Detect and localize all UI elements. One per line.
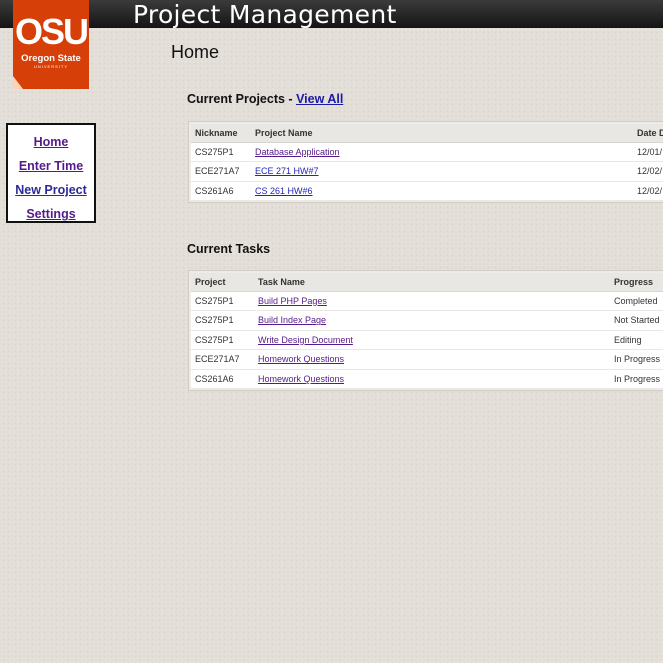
app-title: Project Management: [133, 0, 397, 29]
task-name-cell: Homework Questions: [254, 369, 610, 389]
task-progress: Editing: [610, 330, 663, 350]
task-progress: In Progress: [610, 349, 663, 370]
column-header: Project Name: [251, 124, 633, 143]
nav-settings-link[interactable]: Settings: [8, 202, 94, 226]
project-date: 12/01/: [633, 142, 663, 162]
projects-table: Nickname Project Name Date D CS275P1 Dat…: [188, 121, 663, 203]
table-row: CS275P1 Build Index Page Not Started: [191, 310, 663, 331]
sidebar-nav: Home Enter Time New Project Settings: [6, 123, 96, 223]
task-name-cell: Build Index Page: [254, 310, 610, 331]
nav-home-link[interactable]: Home: [8, 130, 94, 154]
nav-new-project-link[interactable]: New Project: [8, 178, 94, 202]
project-name-cell: Database Application: [251, 142, 633, 162]
project-name-link[interactable]: Database Application: [255, 147, 340, 157]
project-date: 12/02/: [633, 161, 663, 182]
task-project: CS275P1: [191, 310, 254, 331]
project-nickname: CS275P1: [191, 142, 251, 162]
task-name-cell: Write Design Document: [254, 330, 610, 350]
task-name-link[interactable]: Homework Questions: [258, 374, 344, 384]
table-header-row: Project Task Name Progress: [191, 273, 663, 292]
tasks-table: Project Task Name Progress CS275P1 Build…: [188, 270, 663, 391]
project-date: 12/02/: [633, 181, 663, 201]
task-progress: Completed: [610, 291, 663, 311]
project-name-cell: ECE 271 HW#7: [251, 161, 633, 182]
task-progress: Not Started: [610, 310, 663, 331]
project-name-link[interactable]: ECE 271 HW#7: [255, 166, 319, 176]
column-header: Task Name: [254, 273, 610, 292]
task-progress: In Progress: [610, 369, 663, 389]
task-project: CS275P1: [191, 330, 254, 350]
task-name-link[interactable]: Write Design Document: [258, 335, 353, 345]
project-name-cell: CS 261 HW#6: [251, 181, 633, 201]
current-projects-heading: Current Projects - View All: [187, 92, 343, 106]
current-projects-title: Current Projects -: [187, 92, 297, 106]
project-nickname: CS261A6: [191, 181, 251, 201]
table-row: ECE271A7 ECE 271 HW#7 12/02/: [191, 161, 663, 182]
task-name-link[interactable]: Homework Questions: [258, 354, 344, 364]
table-row: CS261A6 Homework Questions In Progress: [191, 369, 663, 389]
page-title: Home: [171, 42, 220, 62]
table-header-row: Nickname Project Name Date D: [191, 124, 663, 143]
table-row: CS275P1 Database Application 12/01/: [191, 142, 663, 162]
logo-line2: UNIVERSITY: [33, 64, 68, 69]
task-name-cell: Build PHP Pages: [254, 291, 610, 311]
task-project: CS261A6: [191, 369, 254, 389]
logo-line1: Oregon State: [21, 53, 81, 64]
task-name-cell: Homework Questions: [254, 349, 610, 370]
task-project: CS275P1: [191, 291, 254, 311]
view-all-link[interactable]: View All: [296, 92, 343, 106]
column-header: Date D: [633, 124, 663, 143]
column-header: Project: [191, 273, 254, 292]
table-row: CS275P1 Build PHP Pages Completed: [191, 291, 663, 311]
task-name-link[interactable]: Build Index Page: [258, 315, 326, 325]
task-project: ECE271A7: [191, 349, 254, 370]
current-tasks-heading: Current Tasks: [187, 242, 271, 256]
column-header: Nickname: [191, 124, 251, 143]
project-nickname: ECE271A7: [191, 161, 251, 182]
task-name-link[interactable]: Build PHP Pages: [258, 296, 327, 306]
project-name-link[interactable]: CS 261 HW#6: [255, 186, 313, 196]
column-header: Progress: [610, 273, 663, 292]
osu-logo[interactable]: OSU Oregon State UNIVERSITY: [13, 0, 89, 89]
table-row: CS261A6 CS 261 HW#6 12/02/: [191, 181, 663, 201]
header-bar: Project Management: [0, 0, 663, 29]
nav-enter-time-link[interactable]: Enter Time: [8, 154, 94, 178]
table-row: CS275P1 Write Design Document Editing: [191, 330, 663, 350]
logo-mark: OSU: [14, 11, 89, 52]
table-row: ECE271A7 Homework Questions In Progress: [191, 349, 663, 370]
